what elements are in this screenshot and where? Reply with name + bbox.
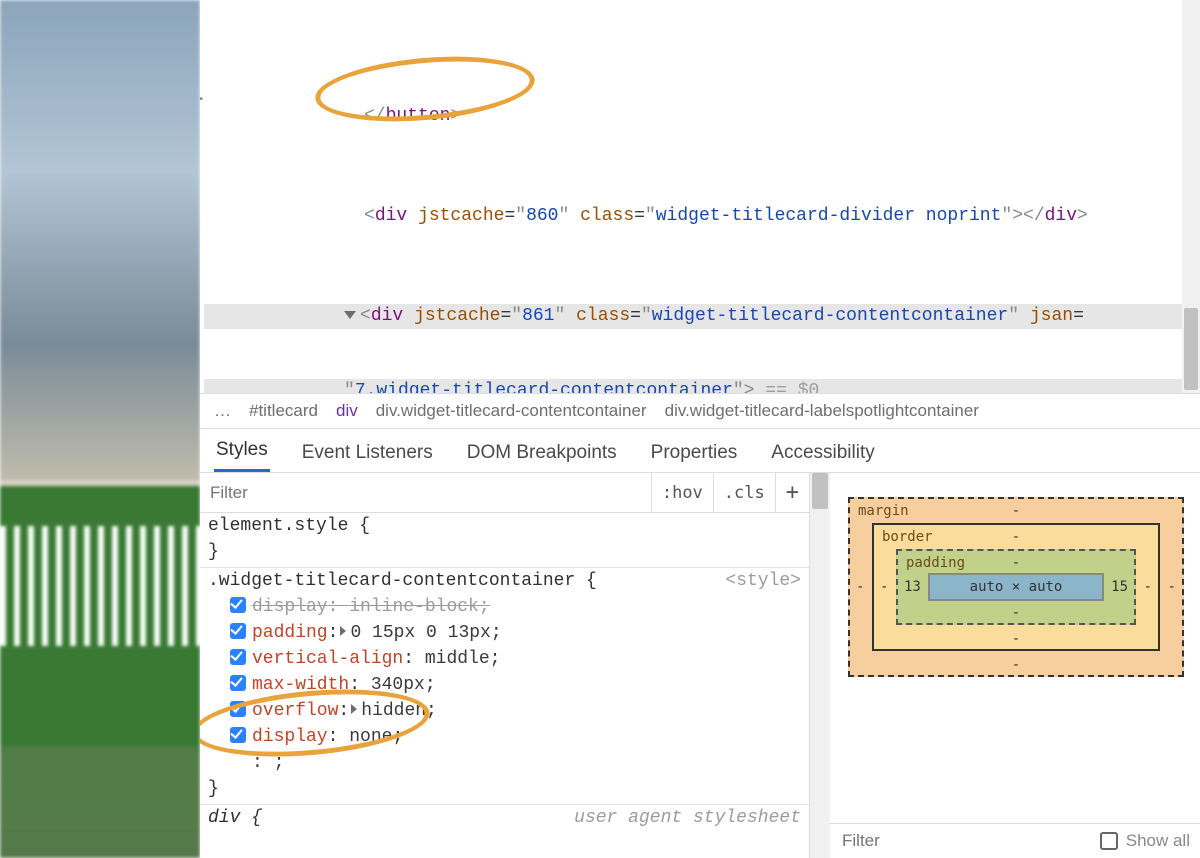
tab-accessibility[interactable]: Accessibility bbox=[769, 434, 876, 472]
breadcrumb-item[interactable]: div.widget-titlecard-contentcontainer bbox=[376, 401, 647, 421]
rule-element-style[interactable]: element.style { } bbox=[200, 513, 809, 568]
devtools-panel: … </button> <div jstcache="860" class="w… bbox=[200, 0, 1200, 858]
box-margin-left[interactable]: - bbox=[856, 579, 864, 595]
elements-scrollbar[interactable] bbox=[1182, 0, 1200, 393]
box-padding-left[interactable]: 13 bbox=[904, 579, 921, 595]
rule-ua-div[interactable]: div {user agent stylesheet bbox=[200, 805, 809, 833]
styles-toolbar: :hov .cls + bbox=[200, 473, 809, 513]
expand-shorthand-icon[interactable] bbox=[340, 626, 346, 636]
computed-filter-row: Show all bbox=[830, 823, 1200, 858]
decl-checkbox[interactable] bbox=[230, 675, 246, 691]
box-border-top[interactable]: - bbox=[1012, 529, 1020, 545]
decl-checkbox[interactable] bbox=[230, 623, 246, 639]
css-decl[interactable]: max-width: 340px; bbox=[208, 672, 801, 698]
scrollbar-thumb[interactable] bbox=[812, 473, 828, 509]
styles-tabbar: Styles Event Listeners DOM Breakpoints P… bbox=[200, 429, 1200, 473]
cls-button[interactable]: .cls bbox=[713, 473, 775, 512]
rule-contentcontainer[interactable]: .widget-titlecard-contentcontainer {<sty… bbox=[200, 568, 809, 805]
decl-checkbox[interactable] bbox=[230, 597, 246, 613]
expand-shorthand-icon[interactable] bbox=[351, 704, 357, 714]
tab-event-listeners[interactable]: Event Listeners bbox=[300, 434, 435, 472]
box-margin-right[interactable]: - bbox=[1168, 579, 1176, 595]
dom-node-selected[interactable]: <div jstcache="861" class="widget-titlec… bbox=[204, 304, 1192, 329]
dom-breadcrumb[interactable]: … #titlecard div div.widget-titlecard-co… bbox=[200, 393, 1200, 429]
computed-pane: margin - - - - border - - - - padding - bbox=[830, 473, 1200, 858]
breadcrumb-item[interactable]: div.widget-titlecard-labelspotlightconta… bbox=[665, 401, 979, 421]
box-border-right[interactable]: - bbox=[1144, 579, 1152, 595]
css-decl[interactable]: display: inline-block; bbox=[208, 594, 801, 620]
show-all-checkbox[interactable] bbox=[1100, 832, 1118, 850]
css-decl[interactable]: vertical-align: middle; bbox=[208, 646, 801, 672]
tab-properties[interactable]: Properties bbox=[649, 434, 740, 472]
hov-button[interactable]: :hov bbox=[651, 473, 713, 512]
page-background-photo bbox=[0, 0, 200, 858]
styles-filter-input[interactable] bbox=[200, 477, 651, 509]
breadcrumb-item[interactable]: #titlecard bbox=[249, 401, 318, 421]
box-model[interactable]: margin - - - - border - - - - padding - bbox=[830, 473, 1200, 823]
css-decl[interactable]: overflow:hidden; bbox=[208, 698, 801, 724]
css-decl[interactable]: padding:0 15px 0 13px; bbox=[208, 620, 801, 646]
show-all-label: Show all bbox=[1126, 831, 1190, 851]
box-content-size[interactable]: auto × auto bbox=[928, 573, 1104, 601]
box-padding-label: padding bbox=[906, 555, 965, 571]
box-margin-bottom[interactable]: - bbox=[1012, 657, 1020, 673]
box-padding-bottom[interactable]: - bbox=[1012, 605, 1020, 621]
box-padding-right[interactable]: 15 bbox=[1111, 579, 1128, 595]
elements-tree[interactable]: … </button> <div jstcache="860" class="w… bbox=[200, 0, 1200, 393]
box-padding-top[interactable]: - bbox=[1012, 555, 1020, 571]
decl-checkbox[interactable] bbox=[230, 701, 246, 717]
decl-checkbox[interactable] bbox=[230, 727, 246, 743]
dom-node-selected-cont[interactable]: "7.widget-titlecard-contentcontainer"> =… bbox=[204, 379, 1192, 393]
breadcrumb-item[interactable]: div bbox=[336, 401, 358, 421]
dom-node[interactable]: <div jstcache="860" class="widget-titlec… bbox=[204, 204, 1192, 229]
lower-panes: :hov .cls + element.style { } .widget-ti… bbox=[200, 473, 1200, 858]
collapse-icon[interactable] bbox=[344, 311, 356, 319]
breadcrumb-more[interactable]: … bbox=[214, 401, 231, 421]
computed-filter-input[interactable] bbox=[840, 830, 1092, 852]
dom-node[interactable]: </button> bbox=[204, 104, 1192, 129]
new-rule-button[interactable]: + bbox=[775, 473, 809, 512]
styles-pane: :hov .cls + element.style { } .widget-ti… bbox=[200, 473, 810, 858]
box-border-bottom[interactable]: - bbox=[1012, 631, 1020, 647]
box-border-label: border bbox=[882, 529, 933, 545]
styles-rules[interactable]: element.style { } .widget-titlecard-cont… bbox=[200, 513, 809, 858]
box-margin-label: margin bbox=[858, 503, 909, 519]
box-margin-top[interactable]: - bbox=[1012, 503, 1020, 519]
css-decl[interactable]: display: none; bbox=[208, 724, 801, 750]
tab-styles[interactable]: Styles bbox=[214, 431, 270, 472]
tab-dom-breakpoints[interactable]: DOM Breakpoints bbox=[465, 434, 619, 472]
decl-checkbox[interactable] bbox=[230, 649, 246, 665]
gutter-dots-icon: … bbox=[200, 84, 205, 109]
scrollbar-thumb[interactable] bbox=[1184, 308, 1198, 390]
styles-scrollbar[interactable] bbox=[810, 473, 830, 858]
box-border-left[interactable]: - bbox=[880, 579, 888, 595]
css-decl-empty[interactable]: : ; bbox=[208, 750, 801, 776]
